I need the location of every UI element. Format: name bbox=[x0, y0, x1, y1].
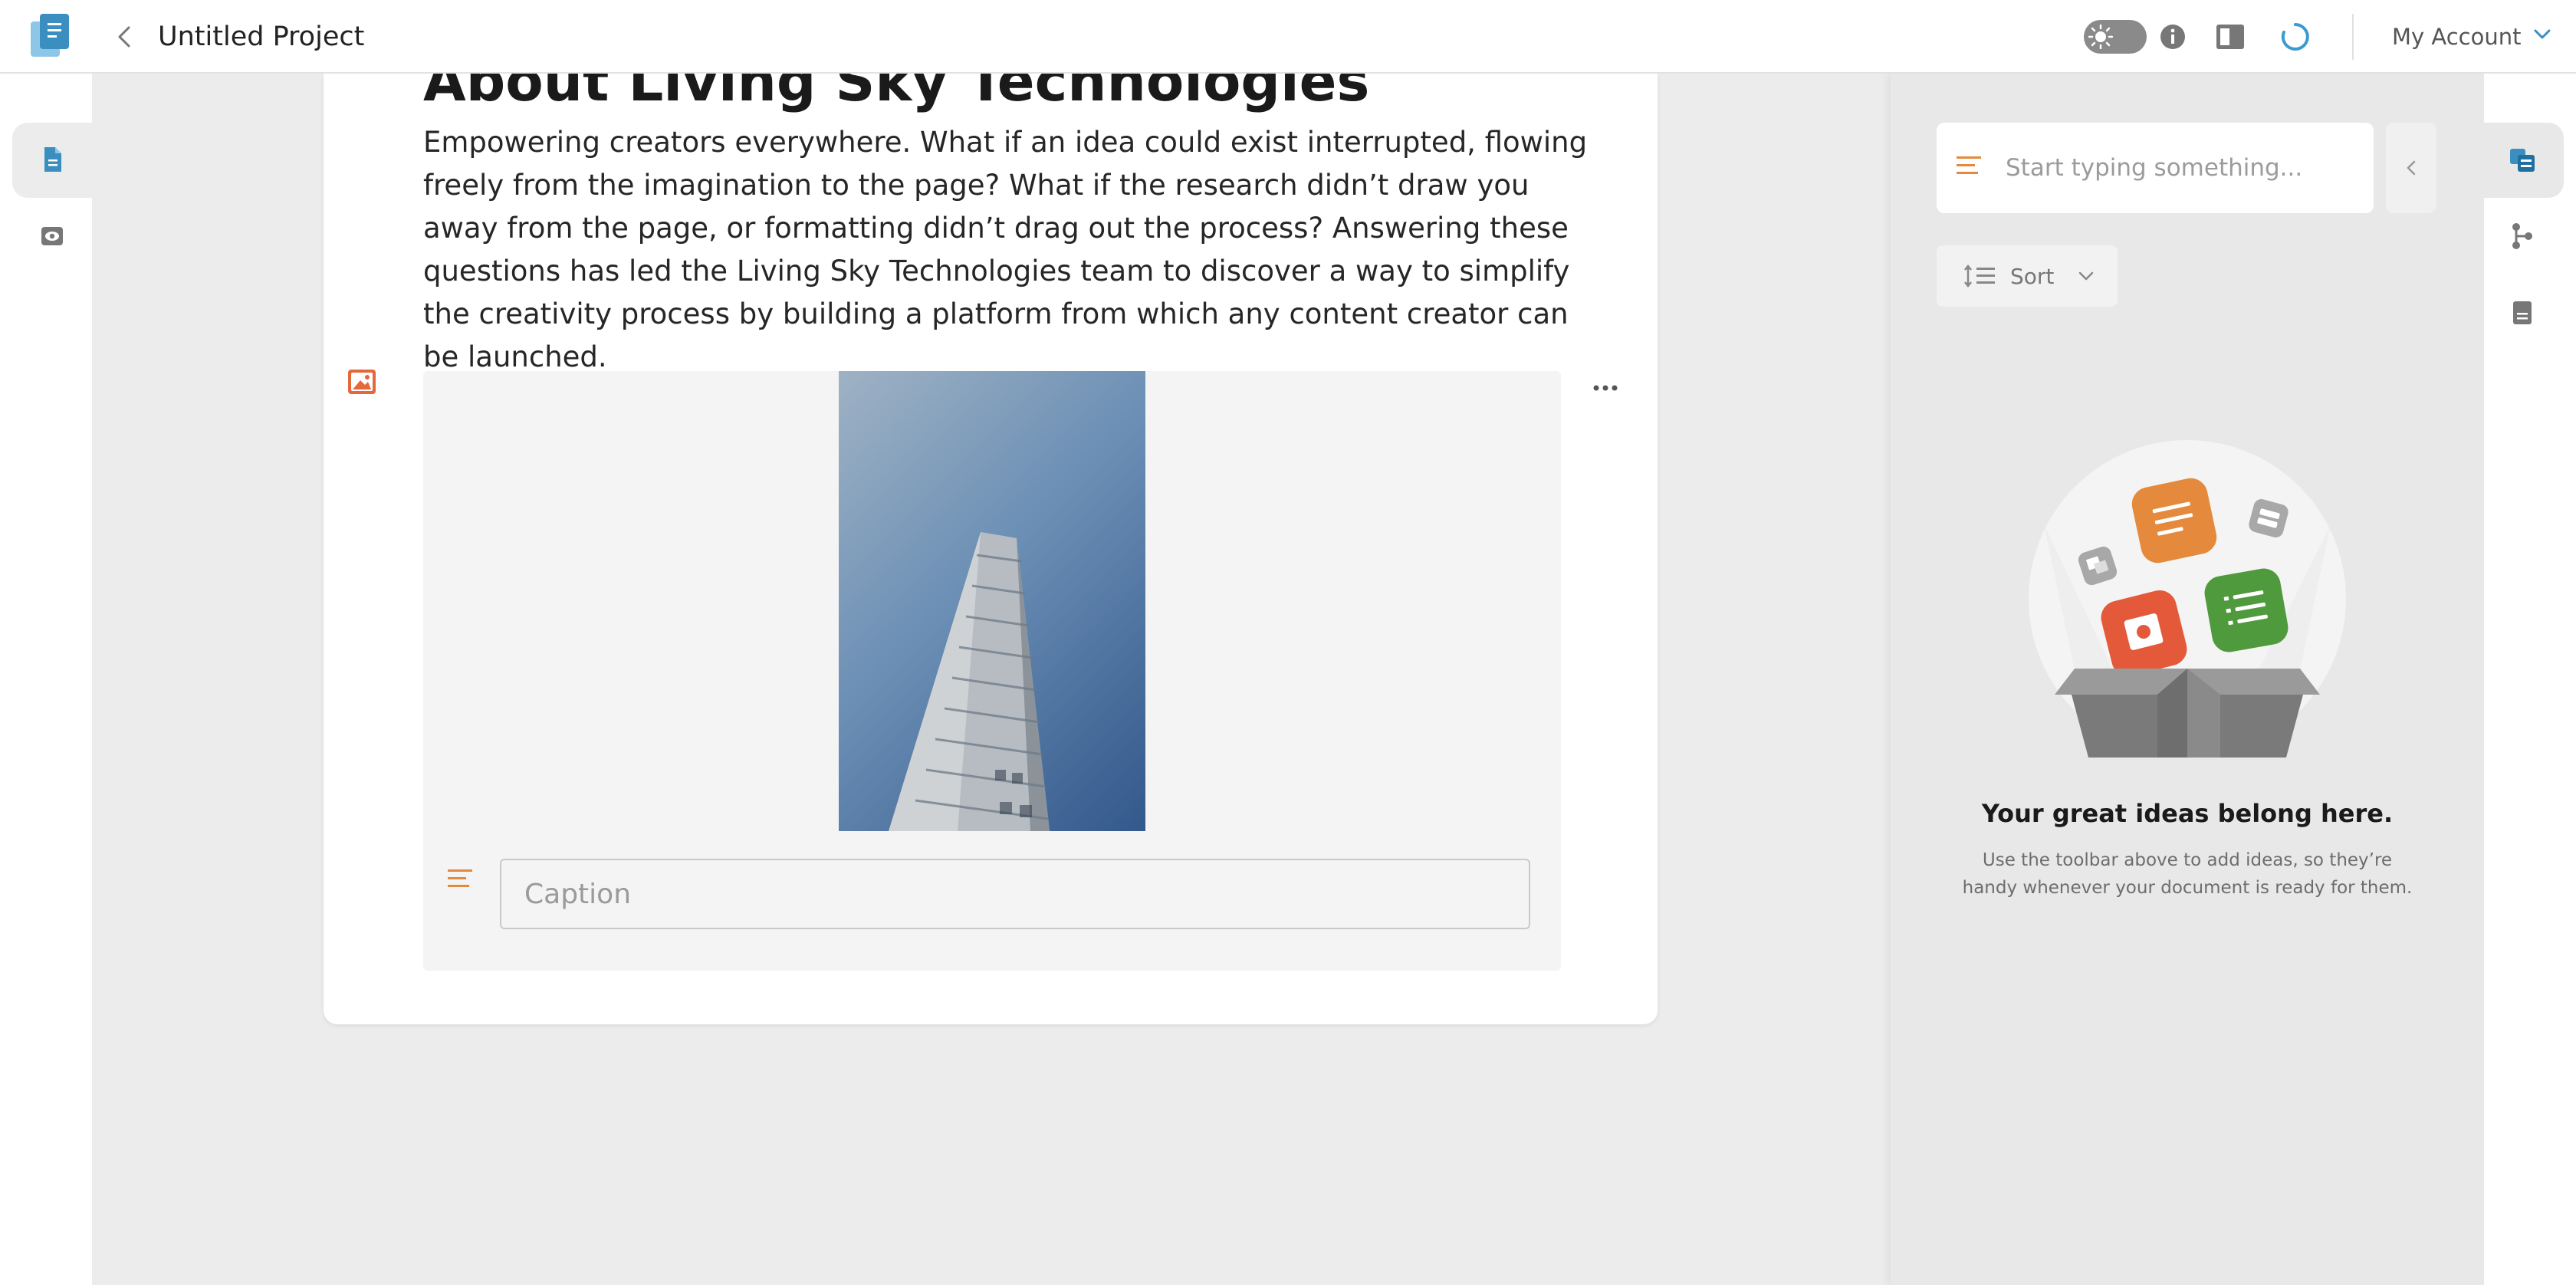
sort-icon bbox=[1964, 265, 1995, 288]
right-rail bbox=[2484, 74, 2576, 1285]
caption-input[interactable] bbox=[500, 859, 1530, 929]
collapse-panel-button[interactable] bbox=[2386, 123, 2436, 213]
document-paragraph[interactable]: Empowering creators everywhere. What if … bbox=[423, 121, 1596, 379]
empty-state-title: Your great ideas belong here. bbox=[1981, 799, 2394, 828]
document-heading[interactable]: About Living Sky Technologies bbox=[423, 74, 1369, 120]
project-title[interactable]: Untitled Project bbox=[158, 20, 364, 54]
chevron-down-icon bbox=[2534, 29, 2550, 39]
image-block-icon[interactable] bbox=[347, 366, 377, 397]
chevron-down-icon bbox=[2079, 271, 2094, 281]
branch-icon[interactable] bbox=[2507, 221, 2538, 251]
sync-spinner-icon bbox=[2281, 23, 2309, 51]
more-options-icon[interactable] bbox=[1590, 380, 1621, 396]
sun-icon bbox=[2088, 25, 2113, 49]
empty-ideas-box-illustration bbox=[2029, 440, 2346, 758]
header-divider bbox=[2352, 14, 2354, 60]
ideas-panel: Sort bbox=[1891, 74, 2484, 1285]
account-menu[interactable]: My Account bbox=[2392, 20, 2552, 54]
split-layout-icon[interactable] bbox=[2216, 23, 2245, 51]
skyscraper-photo[interactable] bbox=[839, 371, 1145, 831]
sort-button[interactable]: Sort bbox=[1937, 245, 2118, 307]
eye-icon[interactable] bbox=[37, 221, 67, 251]
account-label: My Account bbox=[2392, 24, 2522, 50]
document-icon[interactable] bbox=[37, 144, 67, 175]
left-rail bbox=[0, 74, 92, 1285]
info-icon[interactable] bbox=[2159, 23, 2187, 51]
skyscraper-illustration bbox=[889, 532, 1050, 831]
document-page: About Living Sky Technologies Empowering… bbox=[324, 74, 1658, 1024]
chevron-left-icon bbox=[2407, 160, 2416, 176]
pages-logo-icon[interactable] bbox=[29, 12, 72, 60]
idea-input-box[interactable] bbox=[1937, 123, 2374, 213]
empty-state-description: Use the toolbar above to add ideas, so t… bbox=[1962, 850, 2413, 898]
text-lines-icon bbox=[1957, 156, 1981, 174]
ideas-icon[interactable] bbox=[2507, 144, 2538, 175]
image-block[interactable] bbox=[423, 371, 1561, 971]
idea-input[interactable] bbox=[2006, 138, 2358, 198]
chevron-left-icon[interactable] bbox=[109, 20, 140, 54]
sort-label: Sort bbox=[2010, 263, 2055, 289]
text-lines-icon bbox=[448, 869, 472, 887]
note-icon[interactable] bbox=[2507, 297, 2538, 328]
theme-toggle[interactable] bbox=[2084, 20, 2147, 54]
top-bar: Untitled Project My Account bbox=[0, 0, 2576, 74]
